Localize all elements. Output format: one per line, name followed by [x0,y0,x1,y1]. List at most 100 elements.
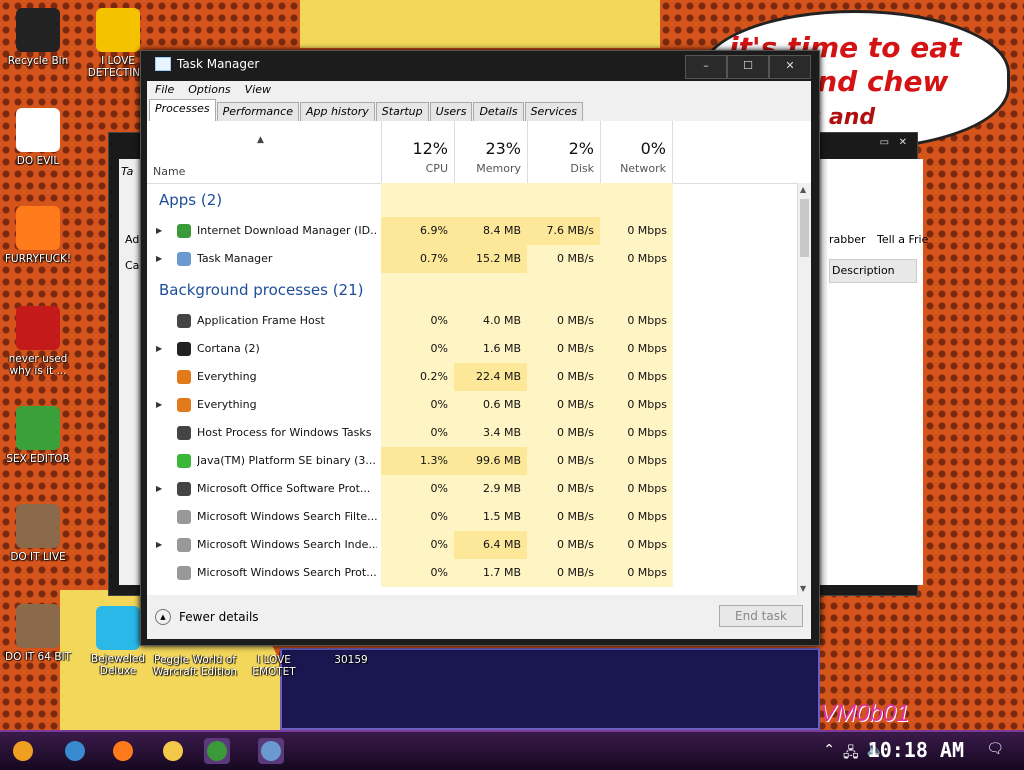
vertical-scrollbar[interactable]: ▲ ▼ [797,183,811,595]
process-row[interactable]: ▶ Task Manager 0.7% 15.2 MB 0 MB/s 0 Mbps [147,245,797,273]
taskbar-start-icon[interactable] [10,738,36,764]
process-row[interactable]: ▶ Internet Download Manager (ID... 6.9% 8.4… [147,217,797,245]
maximize-button[interactable]: ☐ [727,55,769,79]
fewer-details-button[interactable]: ▲ Fewer details [155,609,259,625]
network-icon[interactable]: 🖧 [843,742,859,766]
process-disk: 0 MB/s [527,447,600,475]
process-row[interactable]: Application Frame Host 0% 4.0 MB 0 MB/s 0 Mb… [147,307,797,335]
app-glyph [65,741,85,761]
tab-services[interactable]: Services [524,102,583,122]
menu-options[interactable]: Options [188,81,230,99]
expand-arrow-icon[interactable]: ▶ [156,391,162,419]
process-row[interactable]: Host Process for Windows Tasks 0% 3.4 MB 0 … [147,419,797,447]
tab-details[interactable]: Details [473,102,524,122]
process-net: 0 Mbps [600,503,673,531]
process-disk: 0 MB/s [527,307,600,335]
tab-startup[interactable]: Startup [375,102,429,122]
network-total: 0% [640,139,666,158]
desktop-icon[interactable]: Recycle Bin [0,8,76,67]
process-icon [177,370,191,384]
process-row[interactable]: ▶ Cortana (2) 0% 1.6 MB 0 MB/s 0 Mbps [147,335,797,363]
scroll-down-icon[interactable]: ▼ [800,584,806,593]
column-memory[interactable]: 23% Memory [454,121,527,183]
expand-arrow-icon[interactable]: ▶ [156,335,162,363]
scroll-thumb[interactable] [800,199,809,257]
process-list: Apps (2) ▶ Internet Download Manager (ID..… [147,183,797,587]
expand-arrow-icon[interactable]: ▶ [156,217,162,245]
disk-label: Disk [570,162,594,175]
expand-arrow-icon[interactable]: ▶ [156,475,162,503]
desktop-icon-label: DO IT LIVE [10,551,66,563]
process-net: 0 Mbps [600,475,673,503]
process-row[interactable]: ▶ Microsoft Office Software Prot... 0% 2.9 … [147,475,797,503]
tab-performance[interactable]: Performance [216,102,299,122]
app-glyph [113,741,133,761]
taskbar-clock[interactable]: 10:18 AM [868,738,964,762]
column-cpu[interactable]: 12% CPU [381,121,454,183]
process-disk: 0 MB/s [527,503,600,531]
process-row[interactable]: Microsoft Windows Search Prot... 0% 1.7 MB… [147,559,797,587]
process-icon [177,224,191,238]
desktop-icon-30159[interactable]: 30159 [316,654,386,666]
desktop-icon-peggle[interactable]: Peggle World of Warcraft Edition [150,654,240,678]
memory-label: Memory [476,162,521,175]
taskbar: ⌃ 🖧 🔈 10:18 AM 🗨 [0,730,1024,770]
bg-window-col-description[interactable]: Description [829,259,917,283]
column-name[interactable]: Name [153,165,185,178]
process-disk: 0 MB/s [527,559,600,587]
tab-app-history[interactable]: App history [299,102,375,122]
process-row[interactable]: Microsoft Windows Search Filte... 0% 1.5 M… [147,503,797,531]
chevron-up-icon[interactable]: ⌃ [823,742,835,766]
desktop-icon[interactable]: DO IT 64 BIT [0,604,76,663]
close-button[interactable]: ✕ [769,55,811,79]
taskbar-idm-icon[interactable] [204,738,230,764]
group-header[interactable]: Apps (2) [147,183,797,217]
app-icon [96,606,140,650]
desktop-icon[interactable]: DO IT LIVE [0,504,76,563]
group-header[interactable]: Background processes (21) [147,273,797,307]
expand-arrow-icon[interactable]: ▶ [156,531,162,559]
process-mem: 99.6 MB [454,447,527,475]
process-icon [177,566,191,580]
desktop-icon[interactable]: FURRYFUCK! [0,206,76,265]
process-name: Task Manager [197,252,273,265]
desktop-icon[interactable]: DO EVIL [0,108,76,167]
process-icon [177,342,191,356]
process-mem: 1.5 MB [454,503,527,531]
fewer-details-label: Fewer details [179,610,259,624]
scroll-up-icon[interactable]: ▲ [800,185,806,194]
desktop-icon[interactable]: never used why is it ... [0,306,76,377]
end-task-button[interactable]: End task [719,605,803,627]
column-network[interactable]: 0% Network [600,121,673,183]
process-name: Everything [197,398,257,411]
column-disk[interactable]: 2% Disk [527,121,600,183]
process-row[interactable]: Everything 0.2% 22.4 MB 0 MB/s 0 Mbps [147,363,797,391]
tab-processes[interactable]: Processes [149,99,216,122]
taskbar-chrome-icon[interactable] [62,738,88,764]
minimize-button[interactable]: – [685,55,727,79]
process-net: 0 Mbps [600,335,673,363]
process-mem: 3.4 MB [454,419,527,447]
bg-window-item-grabber[interactable]: rabber [829,233,866,246]
desktop-icon[interactable]: SEX EDITOR [0,406,76,465]
process-cpu: 0% [381,391,454,419]
tab-users[interactable]: Users [429,102,473,122]
expand-arrow-icon[interactable]: ▶ [156,245,162,273]
task-manager-window[interactable]: Task Manager – ☐ ✕ File Options View Pro… [140,50,820,646]
process-name: Microsoft Windows Search Inde... [197,538,377,551]
desktop-icon-emotet[interactable]: I LOVE EMOTET [234,654,314,678]
cpu-label: CPU [425,162,448,175]
menu-view[interactable]: View [245,81,271,99]
process-row[interactable]: Java(TM) Platform SE binary (3... 1.3% 99.… [147,447,797,475]
tab-bar: Processes Performance App history Startu… [147,99,811,122]
taskbar-taskmgr-icon[interactable] [258,738,284,764]
process-cpu: 0% [381,307,454,335]
bg-window-item-tell-a-friend[interactable]: Tell a Frie [877,233,928,246]
menu-file[interactable]: File [155,81,174,99]
process-row[interactable]: ▶ Microsoft Windows Search Inde... 0% 6.4 M… [147,531,797,559]
process-row[interactable]: ▶ Everything 0% 0.6 MB 0 MB/s 0 Mbps [147,391,797,419]
taskbar-firefox-icon[interactable] [110,738,136,764]
wallpaper-watermark: VM0b01 [820,700,910,727]
taskbar-explorer-icon[interactable] [160,738,186,764]
notification-icon[interactable]: 🗨 [986,741,1004,757]
